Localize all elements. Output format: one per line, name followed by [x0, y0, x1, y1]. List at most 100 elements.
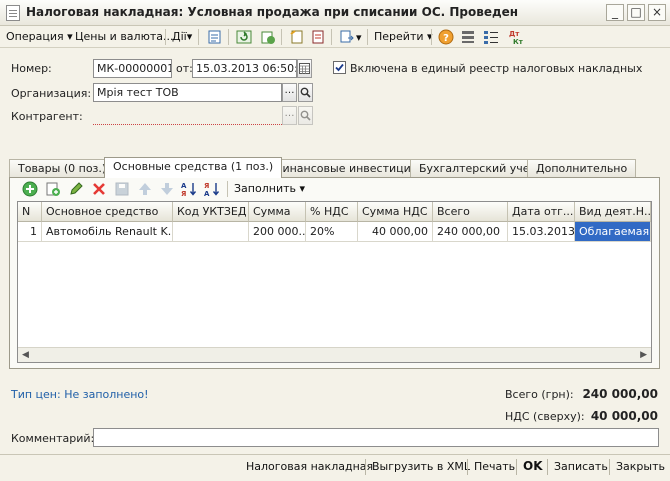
maximize-button[interactable]: □: [627, 4, 645, 21]
tab-additional[interactable]: Дополнительно: [527, 159, 637, 177]
contractor-select-button[interactable]: …: [282, 106, 297, 125]
tab-accounting[interactable]: Бухгалтерский учет: [410, 159, 545, 177]
refresh-icon[interactable]: [236, 29, 252, 45]
comment-field[interactable]: [93, 428, 659, 447]
add-row-icon[interactable]: [22, 181, 38, 197]
movements-icon[interactable]: [310, 29, 326, 45]
svg-text:А: А: [181, 182, 187, 190]
goto-menu[interactable]: Перейти ▾: [374, 30, 433, 43]
toolbar-separator: [367, 29, 368, 45]
table-cell[interactable]: [173, 222, 249, 242]
dropdown-arrow-icon[interactable]: ▾: [356, 31, 362, 44]
footer-separator: [547, 459, 548, 475]
export-xml-button[interactable]: Выгрузить в XML: [372, 460, 470, 473]
total-value: 240 000,00: [582, 387, 658, 401]
based-on-icon[interactable]: [339, 29, 355, 45]
sort-descending-icon[interactable]: ЯА: [204, 181, 222, 197]
toolbar-separator: [165, 29, 166, 45]
move-up-icon[interactable]: [137, 181, 153, 197]
footer-separator: [467, 459, 468, 475]
structure-icon[interactable]: [289, 29, 305, 45]
copy-row-icon[interactable]: [45, 181, 61, 197]
included-registry-checkbox[interactable]: [333, 61, 346, 74]
tab-financial-investments[interactable]: Финансовые инвестиции: [264, 159, 427, 177]
table-cell-selected[interactable]: Облагаемая: [575, 222, 651, 242]
prices-button[interactable]: Цены и валюта...: [75, 30, 173, 43]
contractor-field[interactable]: [93, 106, 282, 125]
svg-text:Дт: Дт: [509, 30, 520, 38]
move-down-icon[interactable]: [159, 181, 175, 197]
column-header-ship-date[interactable]: Дата отг...: [508, 202, 575, 222]
operation-menu[interactable]: Операция ▾: [6, 30, 73, 43]
table-cell[interactable]: 240 000,00: [433, 222, 508, 242]
table-cell[interactable]: 1: [18, 222, 42, 242]
list-view-icon[interactable]: [460, 29, 476, 45]
checkmark-icon: [335, 63, 344, 72]
column-header-uktzed[interactable]: Код УКТЗЕД: [173, 202, 249, 222]
organization-label: Организация:: [11, 87, 92, 100]
actions-menu[interactable]: Дії▾: [172, 30, 192, 43]
footer-separator: [516, 459, 517, 475]
column-header-activity-type[interactable]: Вид деят.Н...: [575, 202, 651, 222]
column-header-vat-rate[interactable]: % НДС: [306, 202, 358, 222]
horizontal-scrollbar[interactable]: ◀ ▶: [18, 347, 651, 362]
column-header-vat-sum[interactable]: Сумма НДС: [358, 202, 433, 222]
magnifier-icon: [300, 110, 311, 121]
tab-goods[interactable]: Товары (0 поз.): [9, 159, 116, 177]
column-header-asset[interactable]: Основное средство: [42, 202, 173, 222]
post-document-icon[interactable]: [207, 29, 223, 45]
contractor-label: Контрагент:: [11, 110, 83, 123]
help-icon[interactable]: ?: [438, 29, 454, 45]
tab-fixed-assets[interactable]: Основные средства (1 поз.): [104, 157, 283, 178]
save-row-icon[interactable]: [114, 181, 130, 197]
calendar-icon: [299, 63, 310, 74]
close-button[interactable]: Закрыть: [616, 460, 665, 473]
delete-row-icon[interactable]: [91, 181, 107, 197]
table-cell[interactable]: Автомобіль Renault K...: [42, 222, 173, 242]
print-button[interactable]: Печать: [474, 460, 515, 473]
minimize-button[interactable]: _: [606, 4, 624, 21]
close-window-button[interactable]: ×: [648, 4, 666, 21]
ellipsis-icon: …: [284, 85, 295, 96]
organization-field[interactable]: Мрія тест ТОВ: [93, 83, 282, 102]
save-button[interactable]: Записать: [554, 460, 608, 473]
svg-text:?: ?: [443, 33, 449, 44]
ellipsis-icon: …: [284, 108, 295, 119]
vat-value: 40 000,00: [590, 409, 658, 423]
tax-invoice-button[interactable]: Налоговая накладная: [246, 460, 373, 473]
toolbar-separator: [281, 29, 282, 45]
organization-select-button[interactable]: …: [282, 83, 297, 102]
table-cell[interactable]: 15.03.2013: [508, 222, 575, 242]
column-header-sum[interactable]: Сумма: [249, 202, 306, 222]
fill-menu[interactable]: Заполнить ▾: [234, 182, 305, 195]
included-registry-label: Включена в единый реестр налоговых накла…: [350, 62, 643, 75]
date-field[interactable]: 15.03.2013 06:50:35: [192, 59, 297, 78]
table-cell[interactable]: 200 000...: [249, 222, 306, 242]
contractor-open-button[interactable]: [298, 106, 313, 125]
calendar-button[interactable]: [297, 59, 312, 78]
organization-open-button[interactable]: [298, 83, 313, 102]
column-header-n[interactable]: N: [18, 202, 42, 222]
price-type-link[interactable]: Тип цен: Не заполнено!: [11, 388, 149, 401]
sort-ascending-icon[interactable]: АЯ: [181, 181, 199, 197]
tree-list-icon[interactable]: [483, 29, 499, 45]
number-field[interactable]: МК-00000001: [93, 59, 172, 78]
toolbar-separator: [228, 29, 229, 45]
table-cell[interactable]: 40 000,00: [358, 222, 433, 242]
scroll-right-icon[interactable]: ▶: [640, 350, 647, 360]
magnifier-icon: [300, 87, 311, 98]
copy-icon[interactable]: [260, 29, 276, 45]
svg-text:А: А: [204, 190, 210, 197]
table-cell[interactable]: 20%: [306, 222, 358, 242]
toolbar-separator: [431, 29, 432, 45]
scroll-left-icon[interactable]: ◀: [22, 350, 29, 360]
column-header-total[interactable]: Всего: [433, 202, 508, 222]
svg-text:Кт: Кт: [513, 38, 524, 45]
debit-credit-icon[interactable]: ДтКт: [508, 29, 524, 45]
dropdown-arrow-icon: ▾: [186, 30, 193, 43]
edit-row-icon[interactable]: [68, 181, 84, 197]
comment-label: Комментарий:: [11, 432, 95, 445]
ok-button[interactable]: OK: [523, 459, 543, 473]
fixed-assets-table: N Основное средство Код УКТЗЕД Сумма % Н…: [17, 201, 652, 363]
toolbar-separator: [331, 29, 332, 45]
